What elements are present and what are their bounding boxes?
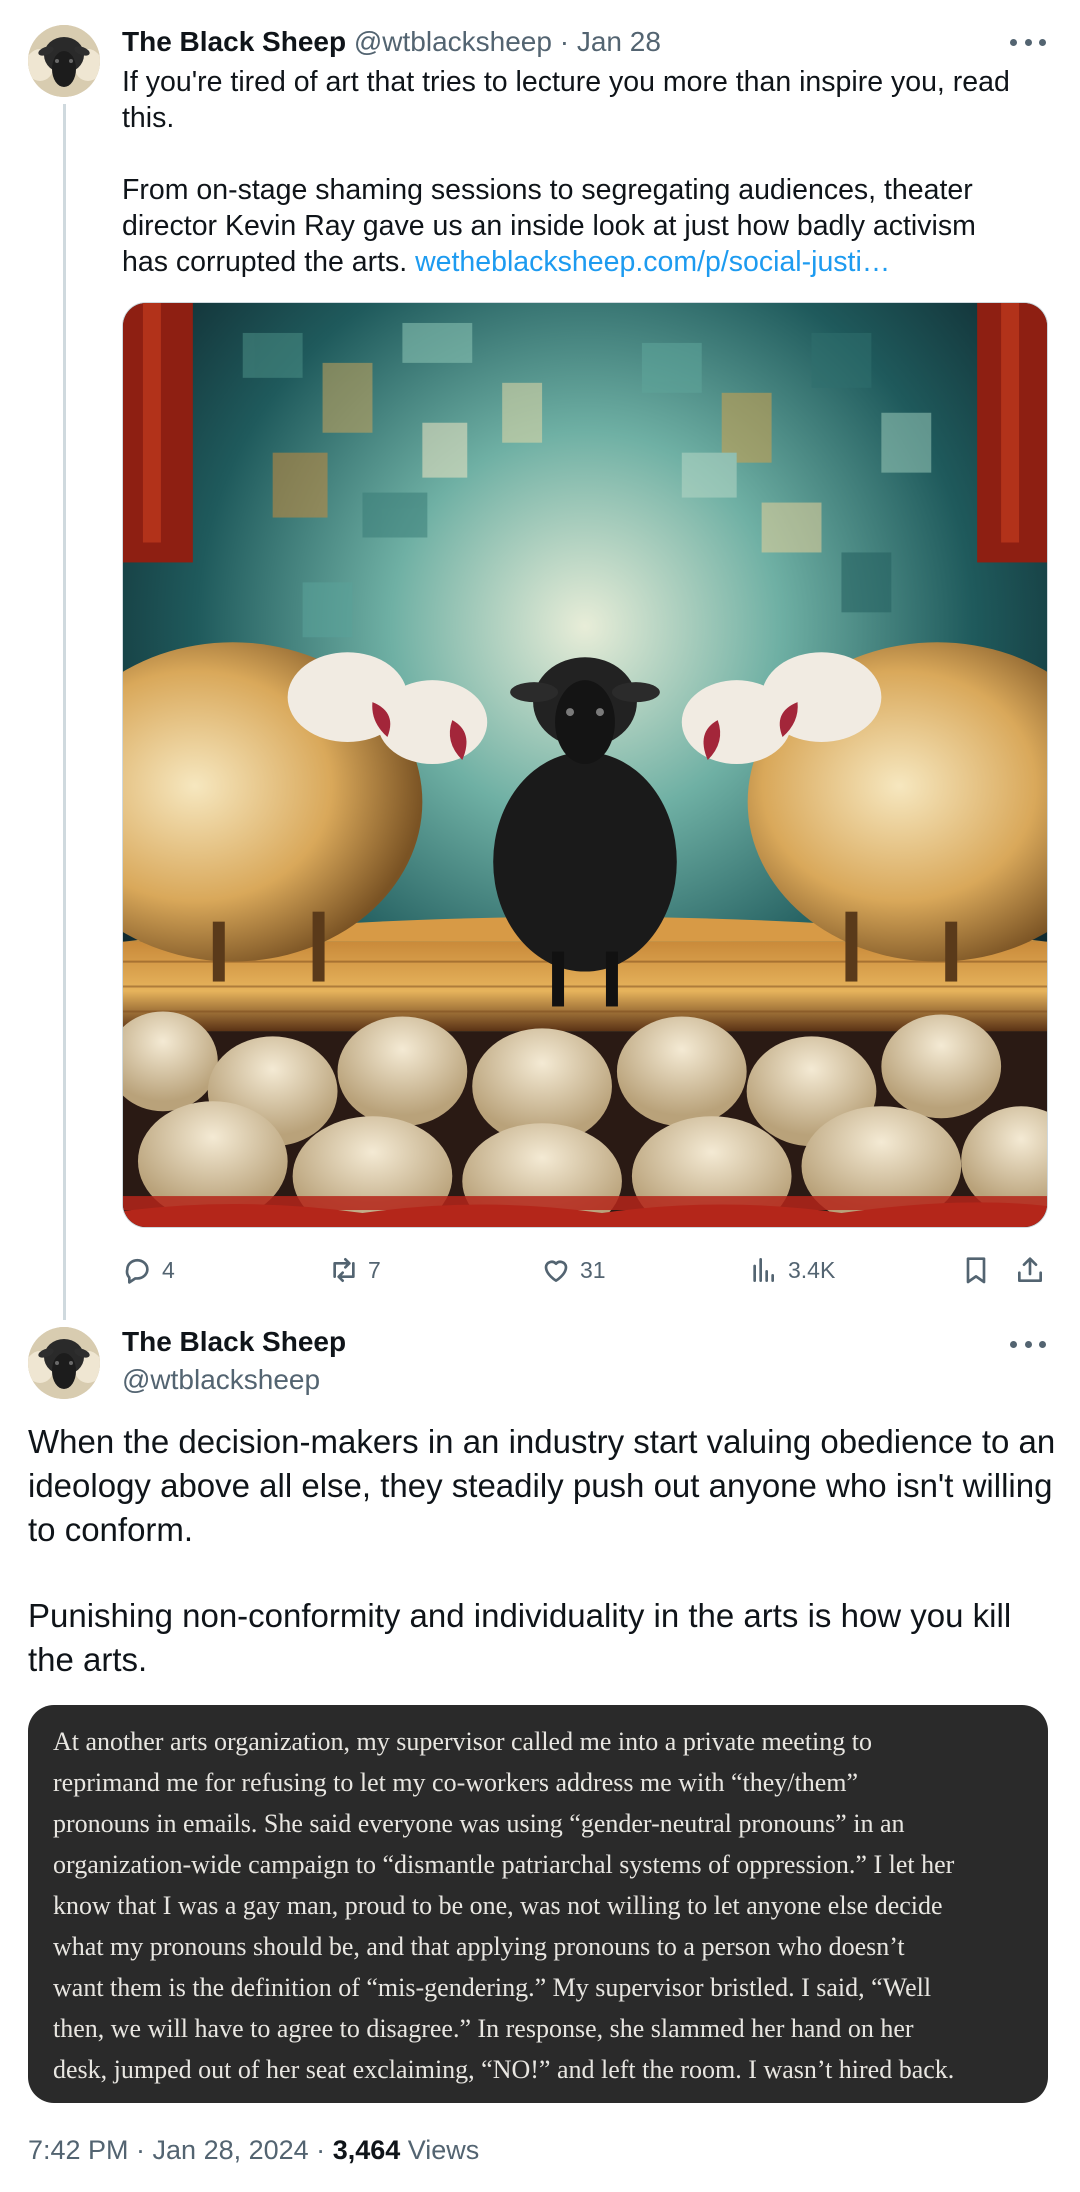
more-icon[interactable]: [1010, 30, 1046, 54]
tweet-paragraph: From on-stage shaming sessions to segreg…: [122, 172, 1022, 280]
separator-dot: ·: [559, 26, 570, 57]
quote-line: what my pronouns should be, and that app…: [53, 1932, 905, 1961]
tweet-header: The Black Sheep @wtblacksheep · Jan 28: [122, 22, 661, 62]
bookmark-icon: [966, 1257, 986, 1284]
tweet-text: If you're tired of art that tries to lec…: [122, 64, 1022, 280]
painting-black-sheep-on-stage: [123, 303, 1047, 1227]
share-button[interactable]: [1014, 1250, 1046, 1290]
tweet-paragraph: If you're tired of art that tries to lec…: [122, 66, 1010, 134]
share-icon: [1018, 1257, 1042, 1282]
reply-icon: [125, 1258, 149, 1284]
more-icon[interactable]: [1010, 1332, 1046, 1356]
tweet-media-image[interactable]: [122, 302, 1048, 1228]
tweet-text: When the decision-makers in an industry …: [28, 1420, 1058, 1682]
bookmark-button[interactable]: [960, 1250, 992, 1290]
like-button[interactable]: 31: [540, 1250, 606, 1290]
view-count: 3,464: [332, 2135, 401, 2165]
quote-text-image[interactable]: At another arts organization, my supervi…: [28, 1705, 1048, 2103]
quote-line: pronouns in emails. She said everyone wa…: [53, 1809, 905, 1838]
repost-icon: [333, 1258, 355, 1282]
like-icon: [544, 1260, 568, 1282]
tweet-paragraph: Punishing non-conformity and individuali…: [28, 1597, 1012, 1678]
handle[interactable]: @wtblacksheep: [354, 26, 552, 57]
tweet-thread-page: The Black Sheep @wtblacksheep · Jan 28 I…: [0, 0, 1080, 2192]
quote-line: At another arts organization, my supervi…: [53, 1727, 872, 1756]
quote-line: want them is the definition of “mis-gend…: [53, 1973, 932, 2002]
tweet-actions: 4 7 31 3.4K: [122, 1250, 1048, 1290]
tweet-timestamp[interactable]: 7:42 PM · Jan 28, 2024 ·: [28, 2135, 333, 2165]
thread-connector-line: [63, 104, 66, 1320]
views-icon: [753, 1258, 774, 1282]
quote-line: desk, jumped out of her seat exclaiming,…: [53, 2055, 955, 2084]
reply-count: 4: [162, 1256, 175, 1283]
avatar[interactable]: [28, 1327, 100, 1399]
quote-line: organization-wide campaign to “dismantle…: [53, 1850, 955, 1879]
quote-line: know that I was a gay man, proud to be o…: [53, 1891, 943, 1920]
quote-line: then, we will have to agree to disagree.…: [53, 2014, 914, 2043]
views-label: Views: [400, 2135, 480, 2165]
display-name[interactable]: The Black Sheep: [122, 26, 346, 57]
handle[interactable]: @wtblacksheep: [122, 1360, 320, 1400]
display-name[interactable]: The Black Sheep: [122, 1322, 346, 1362]
tweet-paragraph: When the decision-makers in an industry …: [28, 1423, 1056, 1548]
repost-count: 7: [368, 1256, 381, 1283]
avatar[interactable]: [28, 25, 100, 97]
article-link[interactable]: wetheblacksheep.com/p/social-justi…: [415, 246, 890, 278]
like-count: 31: [580, 1256, 606, 1283]
views-button[interactable]: 3.4K: [748, 1250, 835, 1290]
repost-button[interactable]: 7: [328, 1250, 381, 1290]
reply-button[interactable]: 4: [122, 1250, 175, 1290]
tweet-date[interactable]: Jan 28: [577, 26, 661, 57]
parent-tweet[interactable]: The Black Sheep @wtblacksheep · Jan 28 I…: [0, 0, 1080, 1320]
quote-line: reprimand me for refusing to let my co-w…: [53, 1768, 859, 1797]
tweet-metadata: 7:42 PM · Jan 28, 2024 · 3,464 Views: [28, 2130, 479, 2170]
views-count: 3.4K: [788, 1256, 836, 1283]
